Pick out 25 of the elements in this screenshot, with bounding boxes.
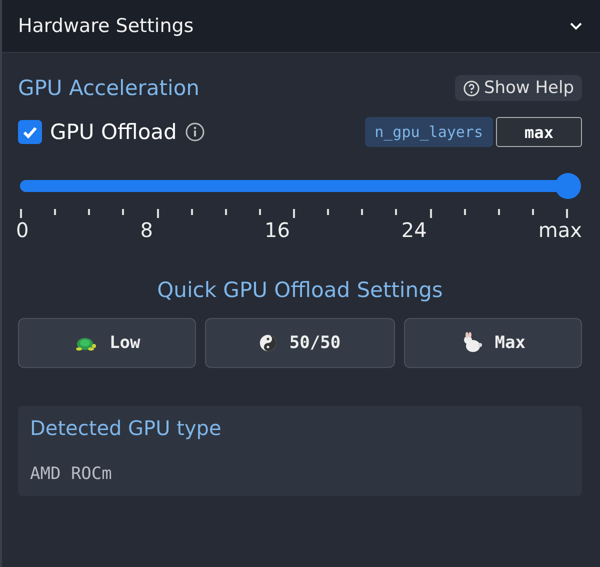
tick-label: max	[538, 218, 582, 242]
gpu-offload-label: GPU Offload	[50, 120, 177, 144]
section-title: GPU Acceleration	[18, 76, 200, 100]
panel-header[interactable]: Hardware Settings	[2, 0, 600, 53]
slider-thumb[interactable]	[555, 173, 581, 199]
quick-settings-title: Quick GPU Offload Settings	[156, 278, 444, 302]
panel-title: Hardware Settings	[18, 15, 194, 37]
preset-button[interactable]: Low	[18, 318, 196, 368]
gpu-type-value: AMD ROCm	[30, 464, 113, 484]
layers-input[interactable]: max	[496, 117, 582, 147]
info-icon[interactable]	[184, 122, 205, 142]
show-help-button[interactable]: Show Help	[454, 75, 582, 101]
card-title: Detected GPU type	[30, 416, 222, 440]
preset-button[interactable]: 50/50	[204, 318, 396, 368]
slider[interactable]	[20, 173, 582, 199]
yin-yang-icon	[259, 334, 278, 352]
tick-label: 8	[140, 218, 153, 242]
gpu-offload-checkbox[interactable]	[18, 120, 42, 144]
turtle-icon	[73, 335, 98, 351]
tick-label: 16	[264, 218, 290, 242]
tick-label: 0	[16, 218, 29, 242]
tick-label: 24	[401, 218, 427, 242]
help-icon	[462, 80, 480, 96]
parameter-name: n_gpu_layers	[364, 117, 493, 147]
preset-button[interactable]: Max	[404, 318, 582, 368]
